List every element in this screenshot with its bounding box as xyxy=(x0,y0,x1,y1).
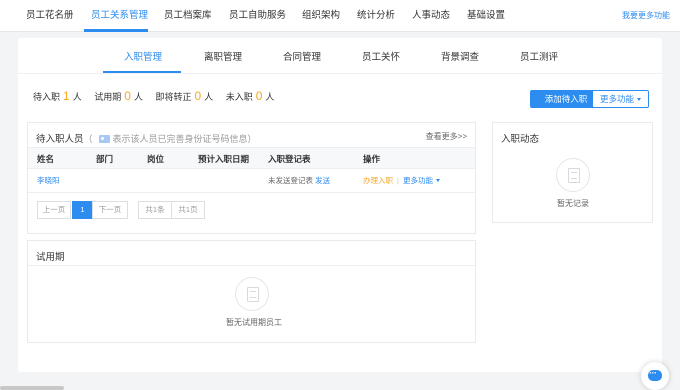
stat-value: 1 xyxy=(63,89,70,103)
stat-probation[interactable]: 试用期 0 人 xyxy=(94,89,143,103)
hint-close: ） xyxy=(247,134,257,144)
tab-employee-assessment[interactable]: 员工测评 xyxy=(520,48,558,68)
stat-pending[interactable]: 待入职 1 人 xyxy=(33,89,82,103)
table-header: 姓名 部门 岗位 预计入职日期 入职登记表 操作 xyxy=(28,147,475,169)
page-number-button[interactable]: 1 xyxy=(72,201,93,219)
col-position: 岗位 xyxy=(147,154,165,164)
chat-support-icon[interactable] xyxy=(641,362,669,390)
nav-employee-roster[interactable]: 员工花名册 xyxy=(26,0,74,32)
horizontal-scrollbar[interactable] xyxy=(0,386,64,390)
tab-onboarding[interactable]: 入职管理 xyxy=(124,48,162,68)
more-functions-label: 更多功能 xyxy=(599,94,634,104)
empty-records-text: 暂无记录 xyxy=(557,199,589,208)
stat-value: 0 xyxy=(124,89,131,103)
col-name: 姓名 xyxy=(37,154,55,164)
table-row: 李晓阳 未发送登记表 发送 办理入职 | 更多功能 xyxy=(28,169,475,193)
operation-separator: | xyxy=(397,176,399,185)
stat-value: 0 xyxy=(194,89,202,103)
stat-label: 试用期 xyxy=(94,92,122,102)
main-content: 入职管理 离职管理 合同管理 员工关怀 背景调查 员工测评 待入职 1 人 试用期 0… xyxy=(18,38,662,372)
total-pages: 共1页 xyxy=(171,201,205,219)
registration-status-text: 未发送登记表 xyxy=(268,176,313,185)
stat-unit: 人 xyxy=(204,92,214,102)
row-more-functions[interactable]: 更多功能 xyxy=(403,176,440,185)
chevron-down-icon xyxy=(435,179,440,182)
send-form-link[interactable]: 发送 xyxy=(315,176,330,185)
nav-employee-archive[interactable]: 员工档案库 xyxy=(164,0,212,32)
employee-name-link[interactable]: 李晓阳 xyxy=(37,169,60,193)
view-more-link[interactable]: 查看更多>> xyxy=(426,131,467,142)
empty-document-icon xyxy=(556,158,590,192)
panel-title: 待入职人员（ 表示该人员已完善身份证号码信息） xyxy=(36,131,257,145)
col-department: 部门 xyxy=(96,154,114,164)
pending-hires-panel: 待入职人员（ 表示该人员已完善身份证号码信息） 查看更多>> 姓名 部门 岗位 预… xyxy=(27,122,476,234)
total-records: 共1条 xyxy=(138,201,172,219)
stat-unit: 人 xyxy=(72,92,82,102)
col-registration-form: 入职登记表 xyxy=(268,154,311,164)
more-features-link[interactable]: 我要更多功能 xyxy=(622,0,670,32)
stat-value: 0 xyxy=(255,89,263,103)
stat-label: 未入职 xyxy=(225,92,253,102)
more-functions-button[interactable]: 更多功能 xyxy=(592,90,649,108)
col-operations: 操作 xyxy=(363,154,381,164)
row-more-label: 更多功能 xyxy=(402,176,433,185)
pagination: 上一页 1 下一页 共1条 共1页 xyxy=(37,201,205,219)
probation-panel: 试用期 暂无试用期员工 xyxy=(27,240,476,343)
next-page-button[interactable]: 下一页 xyxy=(92,201,128,219)
chevron-down-icon xyxy=(637,98,641,101)
stat-upcoming-regularization[interactable]: 即将转正 0 人 xyxy=(155,89,213,103)
stat-unit: 人 xyxy=(133,92,143,102)
cell-operations: 办理入职 | 更多功能 xyxy=(363,169,440,193)
empty-document-icon xyxy=(235,277,269,311)
nav-active-indicator xyxy=(84,29,148,32)
hint-open: （ xyxy=(83,134,93,144)
nav-org-structure[interactable]: 组织架构 xyxy=(302,0,340,32)
prev-page-button[interactable]: 上一页 xyxy=(37,201,71,219)
id-hint-text: 表示该人员已完善身份证号码信息 xyxy=(112,134,248,144)
col-expected-date: 预计入职日期 xyxy=(198,154,250,164)
stat-unit: 人 xyxy=(265,92,275,102)
process-onboarding-link[interactable]: 办理入职 xyxy=(363,176,393,185)
tab-contracts[interactable]: 合同管理 xyxy=(283,48,321,68)
panel-title: 入职动态 xyxy=(501,134,540,145)
stat-not-onboarded[interactable]: 未入职 0 人 xyxy=(226,89,275,103)
panel-divider xyxy=(28,265,475,266)
nav-basic-settings[interactable]: 基础设置 xyxy=(467,0,505,32)
empty-probation-text: 暂无试用期员工 xyxy=(226,318,282,327)
cell-registration-status: 未发送登记表 发送 xyxy=(268,169,330,193)
stat-label: 即将转正 xyxy=(155,92,192,102)
onboarding-activity-panel: 入职动态 暂无记录 xyxy=(492,122,653,223)
onboarding-stats: 待入职 1 人 试用期 0 人 即将转正 0 人 未入职 0 人 xyxy=(33,89,284,109)
nav-hr-news[interactable]: 人事动态 xyxy=(412,0,450,32)
id-card-icon xyxy=(98,135,110,143)
nav-self-service[interactable]: 员工自助服务 xyxy=(229,0,286,32)
stat-label: 待入职 xyxy=(33,92,61,102)
top-navigation: 员工花名册 员工关系管理 员工档案库 员工自助服务 组织架构 统计分析 人事动态… xyxy=(0,0,680,32)
panel-title: 试用期 xyxy=(36,252,65,263)
tab-background-check[interactable]: 背景调查 xyxy=(441,48,479,68)
subtab-divider xyxy=(18,73,662,74)
tab-employee-care[interactable]: 员工关怀 xyxy=(362,48,400,68)
nav-employee-relations[interactable]: 员工关系管理 xyxy=(91,0,148,32)
nav-statistics[interactable]: 统计分析 xyxy=(357,0,395,32)
tab-offboarding[interactable]: 离职管理 xyxy=(204,48,242,68)
pending-title-text: 待入职人员 xyxy=(36,134,84,145)
